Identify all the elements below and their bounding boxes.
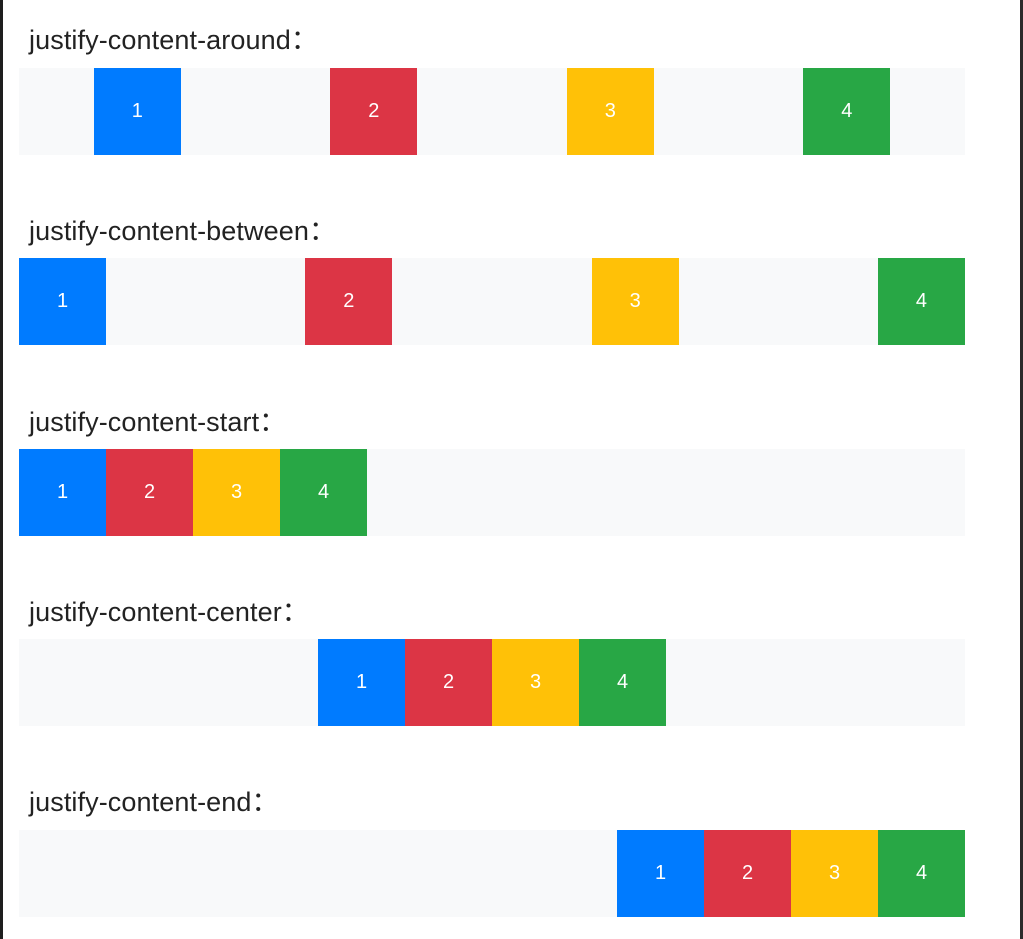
flex-row-between: 1 2 3 4: [19, 258, 965, 345]
flex-item-3: 3: [193, 449, 280, 536]
flex-item-3: 3: [492, 639, 579, 726]
flex-row-center: 1 2 3 4: [19, 639, 965, 726]
flex-row-start: 1 2 3 4: [19, 449, 965, 536]
flex-item-4: 4: [878, 830, 965, 917]
heading-justify-around: justify-content-around：: [29, 25, 318, 55]
flex-item-2: 2: [405, 639, 492, 726]
heading-justify-center: justify-content-center：: [29, 597, 309, 627]
heading-justify-start: justify-content-start：: [29, 407, 287, 437]
flex-item-3: 3: [566, 68, 654, 155]
flex-row-around: 1 2 3 4: [19, 68, 965, 155]
demo-page: justify-content-around： 1 2 3 4 justify-…: [0, 0, 1020, 939]
heading-justify-between: justify-content-between：: [29, 216, 337, 246]
flex-item-3: 3: [791, 830, 878, 917]
flex-item-1: 1: [19, 258, 106, 345]
flex-row-end: 1 2 3 4: [19, 830, 965, 917]
flex-item-1: 1: [617, 830, 704, 917]
flex-item-4: 4: [579, 639, 666, 726]
flex-item-2: 2: [330, 68, 418, 155]
flex-item-4: 4: [877, 258, 965, 345]
heading-justify-end: justify-content-end：: [29, 787, 279, 817]
flex-item-1: 1: [318, 639, 405, 726]
flex-item-2: 2: [305, 258, 393, 345]
flex-item-4: 4: [280, 449, 367, 536]
flex-item-2: 2: [106, 449, 193, 536]
flex-item-1: 1: [19, 449, 106, 536]
flex-item-2: 2: [704, 830, 791, 917]
flex-item-4: 4: [803, 68, 891, 155]
flex-item-1: 1: [93, 68, 181, 155]
flex-item-3: 3: [591, 258, 679, 345]
